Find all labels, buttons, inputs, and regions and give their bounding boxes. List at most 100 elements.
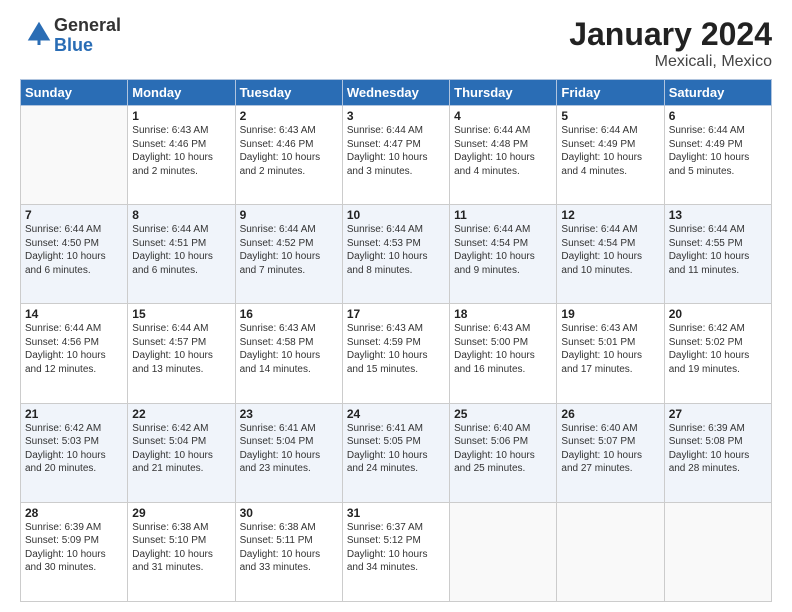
day-info: Sunrise: 6:44 AM Sunset: 4:55 PM Dayligh… [669,223,767,277]
calendar-cell [664,502,771,601]
day-number: 14 [25,307,123,321]
calendar-cell [450,502,557,601]
day-info: Sunrise: 6:44 AM Sunset: 4:53 PM Dayligh… [347,223,445,277]
day-number: 15 [132,307,230,321]
calendar-cell: 22Sunrise: 6:42 AM Sunset: 5:04 PM Dayli… [128,403,235,502]
day-number: 17 [347,307,445,321]
day-info: Sunrise: 6:44 AM Sunset: 4:56 PM Dayligh… [25,322,123,376]
calendar-cell: 9Sunrise: 6:44 AM Sunset: 4:52 PM Daylig… [235,205,342,304]
calendar-cell: 8Sunrise: 6:44 AM Sunset: 4:51 PM Daylig… [128,205,235,304]
day-number: 3 [347,109,445,123]
calendar-cell: 6Sunrise: 6:44 AM Sunset: 4:49 PM Daylig… [664,106,771,205]
day-info: Sunrise: 6:44 AM Sunset: 4:54 PM Dayligh… [561,223,659,277]
calendar-cell: 21Sunrise: 6:42 AM Sunset: 5:03 PM Dayli… [21,403,128,502]
calendar-cell: 31Sunrise: 6:37 AM Sunset: 5:12 PM Dayli… [342,502,449,601]
calendar-table: SundayMondayTuesdayWednesdayThursdayFrid… [20,79,772,602]
calendar-cell: 20Sunrise: 6:42 AM Sunset: 5:02 PM Dayli… [664,304,771,403]
calendar-cell: 25Sunrise: 6:40 AM Sunset: 5:06 PM Dayli… [450,403,557,502]
calendar-cell: 7Sunrise: 6:44 AM Sunset: 4:50 PM Daylig… [21,205,128,304]
day-number: 24 [347,407,445,421]
column-header-thursday: Thursday [450,80,557,106]
day-number: 7 [25,208,123,222]
calendar-cell: 23Sunrise: 6:41 AM Sunset: 5:04 PM Dayli… [235,403,342,502]
calendar-cell: 16Sunrise: 6:43 AM Sunset: 4:58 PM Dayli… [235,304,342,403]
day-info: Sunrise: 6:43 AM Sunset: 5:00 PM Dayligh… [454,322,552,376]
day-number: 9 [240,208,338,222]
day-number: 8 [132,208,230,222]
calendar-week-row: 28Sunrise: 6:39 AM Sunset: 5:09 PM Dayli… [21,502,772,601]
day-info: Sunrise: 6:40 AM Sunset: 5:06 PM Dayligh… [454,422,552,476]
day-info: Sunrise: 6:43 AM Sunset: 4:46 PM Dayligh… [240,124,338,178]
column-header-wednesday: Wednesday [342,80,449,106]
calendar-cell: 18Sunrise: 6:43 AM Sunset: 5:00 PM Dayli… [450,304,557,403]
calendar-cell: 11Sunrise: 6:44 AM Sunset: 4:54 PM Dayli… [450,205,557,304]
calendar-cell [21,106,128,205]
day-number: 27 [669,407,767,421]
day-number: 2 [240,109,338,123]
logo-icon [24,18,54,48]
column-header-saturday: Saturday [664,80,771,106]
calendar-week-row: 14Sunrise: 6:44 AM Sunset: 4:56 PM Dayli… [21,304,772,403]
calendar-week-row: 1Sunrise: 6:43 AM Sunset: 4:46 PM Daylig… [21,106,772,205]
day-number: 20 [669,307,767,321]
day-number: 28 [25,506,123,520]
calendar-cell: 15Sunrise: 6:44 AM Sunset: 4:57 PM Dayli… [128,304,235,403]
day-info: Sunrise: 6:44 AM Sunset: 4:47 PM Dayligh… [347,124,445,178]
calendar-cell: 27Sunrise: 6:39 AM Sunset: 5:08 PM Dayli… [664,403,771,502]
logo: General Blue [20,16,121,56]
calendar-cell [557,502,664,601]
day-number: 18 [454,307,552,321]
day-number: 21 [25,407,123,421]
day-info: Sunrise: 6:37 AM Sunset: 5:12 PM Dayligh… [347,521,445,575]
calendar-cell: 30Sunrise: 6:38 AM Sunset: 5:11 PM Dayli… [235,502,342,601]
day-info: Sunrise: 6:44 AM Sunset: 4:50 PM Dayligh… [25,223,123,277]
calendar-cell: 17Sunrise: 6:43 AM Sunset: 4:59 PM Dayli… [342,304,449,403]
day-info: Sunrise: 6:43 AM Sunset: 4:46 PM Dayligh… [132,124,230,178]
day-info: Sunrise: 6:44 AM Sunset: 4:54 PM Dayligh… [454,223,552,277]
day-info: Sunrise: 6:41 AM Sunset: 5:04 PM Dayligh… [240,422,338,476]
calendar-cell: 12Sunrise: 6:44 AM Sunset: 4:54 PM Dayli… [557,205,664,304]
calendar-cell: 10Sunrise: 6:44 AM Sunset: 4:53 PM Dayli… [342,205,449,304]
day-number: 11 [454,208,552,222]
day-number: 30 [240,506,338,520]
day-info: Sunrise: 6:42 AM Sunset: 5:02 PM Dayligh… [669,322,767,376]
calendar-cell: 4Sunrise: 6:44 AM Sunset: 4:48 PM Daylig… [450,106,557,205]
calendar-header-row: SundayMondayTuesdayWednesdayThursdayFrid… [21,80,772,106]
calendar-cell: 26Sunrise: 6:40 AM Sunset: 5:07 PM Dayli… [557,403,664,502]
day-info: Sunrise: 6:38 AM Sunset: 5:11 PM Dayligh… [240,521,338,575]
day-number: 13 [669,208,767,222]
day-number: 31 [347,506,445,520]
calendar-cell: 14Sunrise: 6:44 AM Sunset: 4:56 PM Dayli… [21,304,128,403]
column-header-monday: Monday [128,80,235,106]
day-number: 26 [561,407,659,421]
day-number: 5 [561,109,659,123]
day-info: Sunrise: 6:43 AM Sunset: 4:59 PM Dayligh… [347,322,445,376]
day-number: 4 [454,109,552,123]
day-number: 1 [132,109,230,123]
location: Mexicali, Mexico [569,53,772,71]
day-number: 12 [561,208,659,222]
calendar-week-row: 21Sunrise: 6:42 AM Sunset: 5:03 PM Dayli… [21,403,772,502]
day-number: 22 [132,407,230,421]
day-number: 16 [240,307,338,321]
calendar-week-row: 7Sunrise: 6:44 AM Sunset: 4:50 PM Daylig… [21,205,772,304]
column-header-sunday: Sunday [21,80,128,106]
day-info: Sunrise: 6:44 AM Sunset: 4:57 PM Dayligh… [132,322,230,376]
day-info: Sunrise: 6:41 AM Sunset: 5:05 PM Dayligh… [347,422,445,476]
day-info: Sunrise: 6:42 AM Sunset: 5:03 PM Dayligh… [25,422,123,476]
page: General Blue January 2024 Mexicali, Mexi… [0,0,792,612]
logo-text: General Blue [54,16,121,56]
calendar-cell: 24Sunrise: 6:41 AM Sunset: 5:05 PM Dayli… [342,403,449,502]
day-number: 10 [347,208,445,222]
day-info: Sunrise: 6:44 AM Sunset: 4:49 PM Dayligh… [561,124,659,178]
calendar-cell: 13Sunrise: 6:44 AM Sunset: 4:55 PM Dayli… [664,205,771,304]
title-block: January 2024 Mexicali, Mexico [569,16,772,71]
calendar-cell: 1Sunrise: 6:43 AM Sunset: 4:46 PM Daylig… [128,106,235,205]
day-number: 19 [561,307,659,321]
day-info: Sunrise: 6:39 AM Sunset: 5:09 PM Dayligh… [25,521,123,575]
day-number: 23 [240,407,338,421]
day-info: Sunrise: 6:42 AM Sunset: 5:04 PM Dayligh… [132,422,230,476]
day-info: Sunrise: 6:40 AM Sunset: 5:07 PM Dayligh… [561,422,659,476]
calendar-cell: 3Sunrise: 6:44 AM Sunset: 4:47 PM Daylig… [342,106,449,205]
day-number: 6 [669,109,767,123]
